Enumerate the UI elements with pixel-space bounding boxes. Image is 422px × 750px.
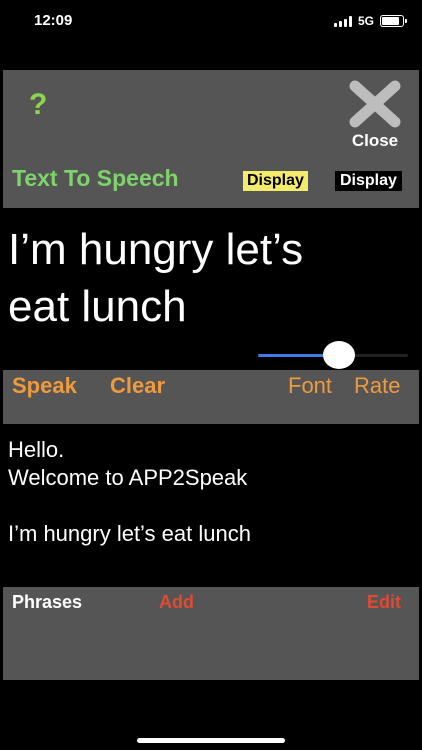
history-text: Hello. Welcome to APP2Speak I’m hungry l… — [8, 436, 414, 548]
speak-button[interactable]: Speak — [12, 373, 77, 399]
slider-thumb[interactable] — [322, 341, 355, 369]
close-icon — [349, 80, 401, 128]
phrases-panel: Phrases Add Edit — [3, 587, 419, 680]
home-indicator[interactable] — [137, 738, 285, 743]
rate-slider[interactable] — [258, 340, 408, 370]
network-label: 5G — [357, 14, 374, 28]
font-button[interactable]: Font — [288, 373, 332, 399]
battery-icon — [380, 15, 407, 27]
display-yellow-button[interactable]: Display — [243, 171, 308, 191]
history-line — [8, 492, 414, 520]
status-bar: 12:09 5G — [0, 0, 422, 44]
clear-button[interactable]: Clear — [110, 373, 165, 399]
status-icons: 5G — [333, 14, 407, 28]
action-bar: Speak Clear Font Rate — [3, 370, 419, 424]
edit-phrases-button[interactable]: Edit — [367, 592, 401, 613]
phrases-title: Phrases — [12, 592, 83, 612]
display-text: I’m hungry let’s eat lunch — [8, 221, 414, 335]
rate-button[interactable]: Rate — [354, 373, 400, 399]
history-line: I’m hungry let’s eat lunch — [8, 521, 251, 546]
display-black-button[interactable]: Display — [335, 171, 402, 191]
display-text-line: eat lunch — [8, 282, 187, 331]
help-button[interactable]: ? — [29, 88, 47, 122]
close-label: Close — [351, 131, 399, 150]
app-title: Text To Speech — [12, 165, 179, 191]
signal-icon — [333, 15, 352, 27]
history-line: Hello. — [8, 437, 65, 462]
add-phrase-button[interactable]: Add — [159, 592, 194, 613]
close-button[interactable]: Close — [345, 80, 405, 151]
display-text-line: I’m hungry let’s — [8, 225, 304, 274]
status-time: 12:09 — [34, 12, 73, 29]
header-panel: ? Close Text To Speech Display Display — [3, 70, 419, 208]
history-line: Welcome to APP2Speak — [8, 465, 248, 490]
